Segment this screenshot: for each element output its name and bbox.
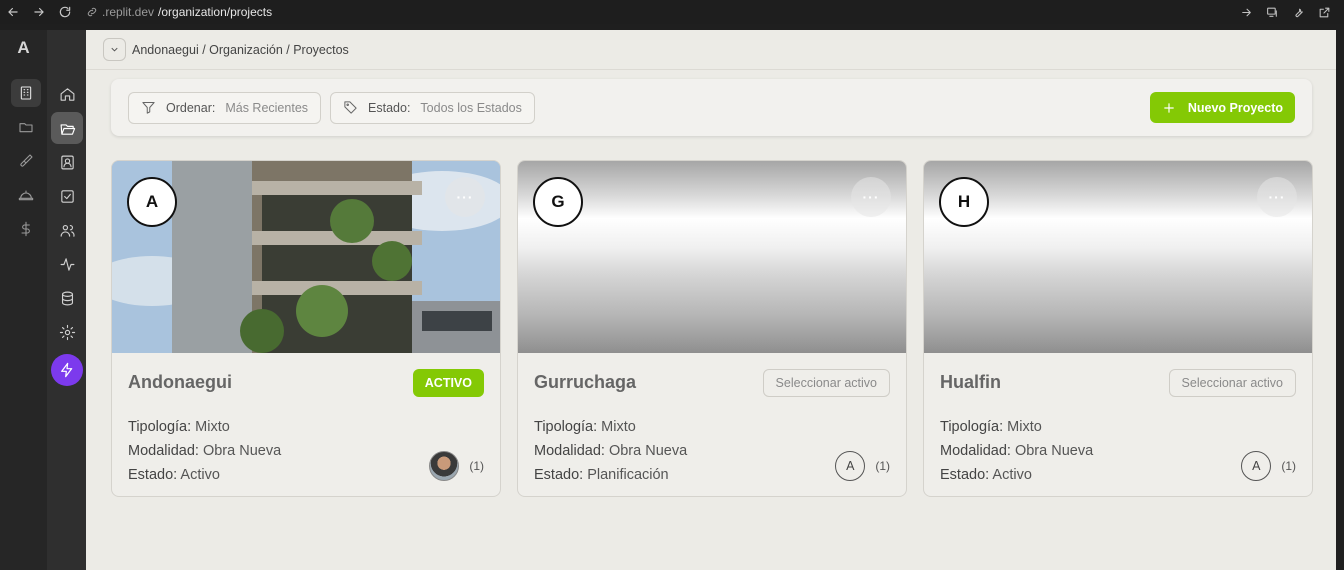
member-count: (1) [875, 459, 890, 473]
modalidad-label: Modalidad: [940, 443, 1011, 459]
modalidad-value: Obra Nueva [202, 443, 282, 459]
estado-label: Estado: [534, 467, 584, 483]
browser-toolbar: .replit.dev/organization/projects [0, 0, 1344, 24]
back-arrow-icon[interactable] [0, 0, 26, 24]
sort-label: Ordenar: [166, 100, 216, 115]
modalidad-value: Obra Nueva [1014, 443, 1094, 459]
breadcrumb: Andonaegui / Organización / Proyectos [132, 42, 349, 57]
project-name: Gurruchaga [534, 372, 637, 392]
go-arrow-icon[interactable] [1236, 2, 1256, 22]
home-icon[interactable] [51, 78, 83, 110]
modalidad-label: Modalidad: [128, 443, 199, 459]
folder-icon[interactable] [11, 113, 41, 141]
estado-label: Estado: [940, 467, 990, 483]
project-card[interactable]: A ··· Andonaegui ACTIVO Tipología: Mixto… [111, 160, 501, 497]
status-filter[interactable]: Estado: Todos los Estados [330, 91, 535, 124]
member-avatar [429, 451, 460, 481]
project-initial-avatar: H [939, 177, 989, 227]
filter-icon [142, 102, 155, 114]
building-icon[interactable] [11, 79, 41, 107]
sort-value: Más Recientes [225, 100, 309, 115]
more-options-icon[interactable]: ··· [851, 177, 891, 217]
dollar-icon[interactable] [11, 215, 41, 243]
reload-icon[interactable] [52, 0, 78, 24]
new-project-button[interactable]: Nuevo Proyecto [1149, 92, 1295, 123]
wrench-icon[interactable] [1288, 2, 1308, 22]
plus-icon [1164, 102, 1174, 113]
members[interactable]: A (1) [1241, 451, 1296, 481]
tipologia-value: Mixto [195, 419, 230, 435]
workspace-rail: A [0, 30, 47, 570]
tag-icon [344, 101, 357, 114]
tipologia-label: Tipología: [128, 419, 192, 435]
forward-arrow-icon[interactable] [26, 0, 52, 24]
tipologia-value: Mixto [601, 419, 636, 435]
project-initial-avatar: A [127, 177, 177, 227]
project-image: A ··· [112, 161, 500, 353]
member-count: (1) [1281, 459, 1296, 473]
tipologia-value: Mixto [1007, 419, 1042, 435]
external-link-icon[interactable] [1314, 2, 1334, 22]
modalidad-value: Obra Nueva [608, 443, 688, 459]
modalidad-label: Modalidad: [534, 443, 605, 459]
app-logo[interactable]: A [0, 38, 47, 58]
url-host: .replit.dev [102, 5, 155, 19]
tipologia-label: Tipología: [940, 419, 1004, 435]
checkbox-icon[interactable] [51, 180, 83, 212]
project-image: G ··· [518, 161, 906, 353]
link-icon [87, 7, 97, 17]
project-initial-avatar: G [533, 177, 583, 227]
section-rail [47, 30, 86, 570]
estado-value: Activo [180, 467, 220, 483]
lightning-bolt-icon[interactable] [51, 354, 83, 386]
members[interactable]: A (1) [835, 451, 890, 481]
member-avatar: A [835, 451, 866, 481]
member-count: (1) [469, 459, 484, 473]
project-name: Andonaegui [128, 372, 232, 392]
header: Andonaegui / Organización / Proyectos [86, 30, 1336, 70]
activity-icon[interactable] [51, 248, 83, 280]
settings-gear-icon[interactable] [51, 316, 83, 348]
members[interactable]: (1) [429, 451, 484, 481]
devices-icon[interactable] [1262, 2, 1282, 22]
contact-icon[interactable] [51, 146, 83, 178]
url-path: /organization/projects [158, 5, 273, 19]
helmet-icon[interactable] [11, 181, 41, 209]
project-attributes: Tipología: Mixto Modalidad: Obra Nueva E… [534, 415, 687, 487]
status-value: Todos los Estados [420, 100, 522, 115]
member-avatar: A [1241, 451, 1272, 481]
main-content: Andonaegui / Organización / Proyectos Or… [86, 30, 1336, 570]
project-name: Hualfin [940, 372, 1001, 392]
select-active-button[interactable]: Seleccionar activo [762, 369, 890, 397]
database-icon[interactable] [51, 282, 83, 314]
more-options-icon[interactable]: ··· [1257, 177, 1297, 217]
project-card[interactable]: G ··· Gurruchaga Seleccionar activo Tipo… [517, 160, 907, 497]
new-project-label: Nuevo Proyecto [1187, 100, 1283, 115]
chevron-down-icon[interactable] [103, 38, 126, 61]
filter-bar: Ordenar: Más Recientes Estado: Todos los… [111, 79, 1312, 136]
users-icon[interactable] [51, 214, 83, 246]
brush-icon[interactable] [11, 147, 41, 175]
estado-value: Activo [992, 467, 1032, 483]
active-badge-button[interactable]: ACTIVO [412, 369, 484, 397]
tipologia-label: Tipología: [534, 419, 598, 435]
status-label: Estado: [368, 100, 411, 115]
project-card[interactable]: H ··· Hualfin Seleccionar activo Tipolog… [923, 160, 1313, 497]
select-active-button[interactable]: Seleccionar activo [1168, 369, 1296, 397]
project-attributes: Tipología: Mixto Modalidad: Obra Nueva E… [128, 415, 281, 487]
sort-filter[interactable]: Ordenar: Más Recientes [128, 91, 322, 124]
estado-label: Estado: [128, 467, 178, 483]
address-bar[interactable]: .replit.dev/organization/projects [86, 5, 272, 19]
project-image: H ··· [924, 161, 1312, 353]
folder-open-icon[interactable] [51, 112, 83, 144]
more-options-icon[interactable]: ··· [445, 177, 485, 217]
project-attributes: Tipología: Mixto Modalidad: Obra Nueva E… [940, 415, 1093, 487]
estado-value: Planificación [587, 467, 669, 483]
